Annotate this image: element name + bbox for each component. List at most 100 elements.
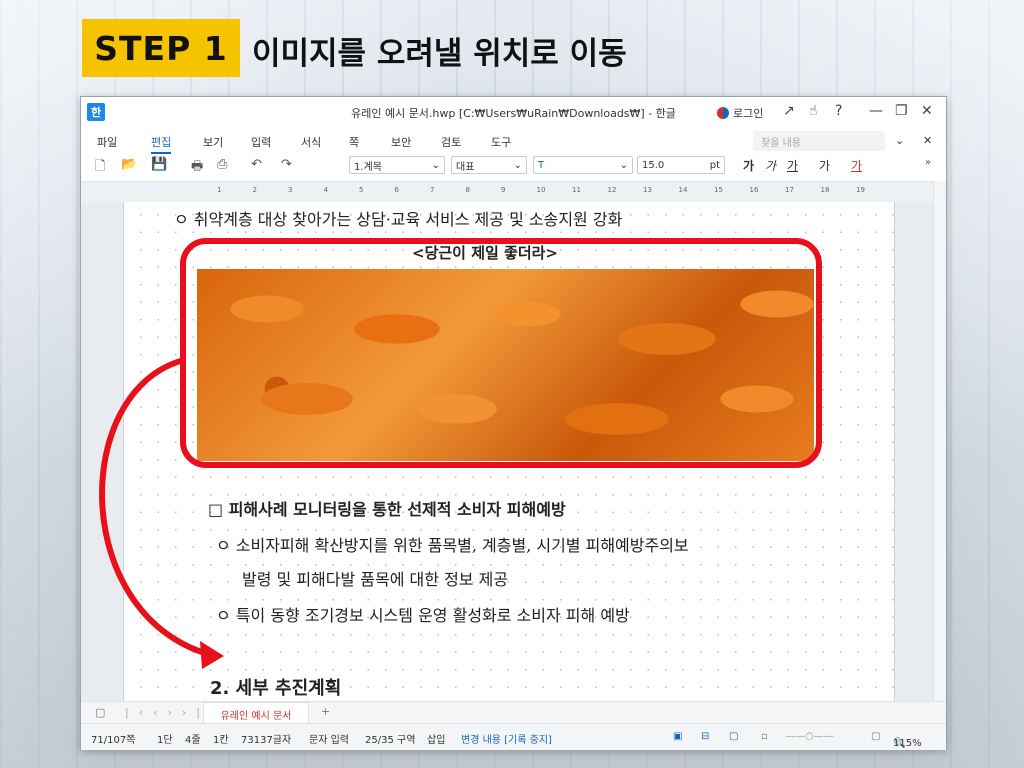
bullet-1-line-1[interactable]: ㅇ 소비자피해 확산방지를 위한 품목별, 계층별, 시기별 피해예방주의보 (216, 532, 689, 556)
print-icon[interactable]: 🖶 (191, 157, 203, 179)
login-button[interactable]: 로그인 (717, 105, 763, 121)
find-input[interactable]: 찾을 내용 (753, 131, 885, 151)
redo-icon[interactable]: ↷ (281, 157, 292, 172)
ruler-tick: 2 (252, 186, 257, 194)
section-heading[interactable]: □ 피해사례 모니터링을 통한 선제적 소비자 피해예방 (208, 496, 566, 520)
menu-review[interactable]: 검토 (441, 134, 461, 150)
horizontal-ruler[interactable]: 1 2 3 4 5 6 7 8 9 10 11 12 13 14 15 16 17 18 19 (81, 181, 946, 203)
menu-bar: 파일 편집 보기 입력 서식 쪽 보안 검토 도구 찾을 내용 ⌄ ✕ (81, 129, 946, 154)
status-col: 1칸 (213, 735, 229, 746)
tab-list-icon[interactable]: ▢ (95, 706, 105, 719)
zoom-page-icon[interactable]: ▢ (871, 731, 880, 742)
tab-nav-icons[interactable]: |‹‹››| (125, 706, 210, 719)
close-button[interactable]: ✕ (921, 103, 933, 119)
document-tab[interactable]: 유레인 예시 문서 (203, 702, 309, 725)
bullet-1-line-2[interactable]: 발령 및 피해다발 품목에 대한 정보 제공 (242, 566, 508, 590)
status-bar: 71/107쪽 1단 4줄 1칸 73137글자 문자 입력 25/35 구역 … (81, 723, 946, 750)
italic-button[interactable]: 가 (765, 157, 776, 174)
status-insert[interactable]: 삽입 (427, 731, 445, 746)
ruler-tick: 15 (714, 186, 723, 194)
font-size-value: 15.0 (642, 159, 665, 171)
ruler-tick: 1 (217, 186, 222, 194)
step-badge: STEP 1 (82, 19, 240, 77)
ruler-tick: 19 (856, 186, 865, 194)
login-icon (717, 107, 729, 119)
vertical-scrollbar[interactable] (933, 181, 946, 701)
ruler-tick: 3 (288, 186, 293, 194)
undo-icon[interactable]: ↶ (251, 157, 262, 172)
menu-insert[interactable]: 입력 (251, 134, 271, 150)
font-color-button[interactable]: 가 (851, 157, 862, 174)
style-select[interactable]: 1.계목 ⌄ (349, 156, 445, 174)
ruler-tick: 18 (820, 186, 830, 194)
ruler-tick: 16 (749, 186, 759, 194)
new-document-icon[interactable]: 🗋 (95, 157, 105, 179)
font-name-select[interactable]: T ⌄ (533, 156, 633, 174)
strikethrough-button[interactable]: 가 (819, 157, 830, 174)
add-tab-button[interactable]: + (321, 705, 330, 718)
step-title: 이미지를 오려낼 위치로 이동 (252, 36, 627, 72)
font-group-select[interactable]: 대표 ⌄ (451, 156, 527, 174)
open-folder-icon[interactable]: 📂 (121, 157, 137, 172)
bullet-2[interactable]: ㅇ 특이 동향 조기경보 시스템 운영 활성화로 소비자 피해 예방 (216, 602, 630, 626)
zoom-fit-icon[interactable]: ▫ (761, 731, 768, 742)
ruler-tick: 7 (430, 186, 435, 194)
chevron-down-icon: ⌄ (431, 159, 440, 171)
help-button[interactable]: ? (835, 103, 842, 119)
preview-icon[interactable]: ⎙ (217, 157, 227, 172)
save-icon[interactable]: 💾 (151, 157, 167, 172)
ruler-tick: 5 (359, 186, 364, 194)
login-label: 로그인 (733, 107, 764, 120)
menu-security[interactable]: 보안 (391, 134, 411, 150)
font-unit: pt (709, 159, 720, 171)
ruler-tick: 17 (785, 186, 794, 194)
ruler-tick: 13 (643, 186, 652, 194)
status-track-changes[interactable]: 변경 내용 [기록 중지] (461, 731, 552, 746)
toolbar-expand-icon[interactable]: » (925, 157, 931, 168)
ruler-tick: 9 (501, 186, 506, 194)
view-page-icon[interactable]: ⊟ (701, 731, 709, 742)
view-full-icon[interactable]: ▢ (729, 731, 738, 742)
zoom-value: 115% (893, 738, 922, 749)
menu-tools[interactable]: 도구 (491, 134, 511, 150)
menu-edit[interactable]: 편집 (151, 134, 172, 154)
ribbon-close-icon[interactable]: ✕ (923, 134, 932, 147)
hand-icon[interactable]: ☝ (809, 103, 818, 119)
bold-button[interactable]: 가 (743, 157, 754, 174)
ruler-tick: 4 (323, 186, 328, 194)
doc-line-support[interactable]: ㅇ 취약계층 대상 찾아가는 상담·교육 서비스 제공 및 소송지원 강화 (174, 206, 622, 230)
menu-view[interactable]: 보기 (203, 134, 223, 150)
menu-page[interactable]: 쪽 (349, 134, 359, 150)
status-section: 25/35 구역 (365, 735, 416, 746)
status-mode[interactable]: 문자 입력 (309, 731, 349, 746)
zoom-slider[interactable]: ——○—— (785, 731, 834, 742)
ruler-tick: 12 (607, 186, 617, 194)
title-bar[interactable]: 한 유레인 예시 문서.hwp [C:₩Users₩uRain₩Download… (81, 97, 946, 129)
pin-icon[interactable]: ↗ (783, 103, 795, 119)
menu-file[interactable]: 파일 (97, 134, 117, 150)
next-heading[interactable]: 2. 세부 추진계획 (210, 674, 341, 700)
ruler-tick: 11 (572, 186, 581, 194)
document-tab-bar: ▢ |‹‹››| 유레인 예시 문서 + (81, 701, 946, 725)
menu-format[interactable]: 서식 (301, 134, 321, 150)
status-line: 4줄 (185, 735, 201, 746)
font-group-value: 대표 (456, 161, 475, 173)
view-normal-icon[interactable]: ▣ (673, 731, 682, 742)
ruler-tick: 8 (465, 186, 470, 194)
image-highlight-box (180, 238, 822, 468)
style-select-value: 1.계목 (354, 161, 382, 173)
chevron-down-icon: ⌄ (619, 159, 628, 171)
underline-button[interactable]: 가 (787, 157, 798, 174)
font-size-input[interactable]: 15.0 pt (637, 156, 725, 174)
status-page[interactable]: 71/107쪽 (91, 731, 135, 746)
status-chars: 73137글자 (241, 735, 292, 746)
ruler-tick: 10 (536, 186, 546, 194)
minimize-button[interactable]: — (869, 103, 883, 119)
find-dropdown-icon[interactable]: ⌄ (895, 134, 904, 147)
ruler-tick: 14 (678, 186, 688, 194)
font-type-icon: T (538, 159, 545, 171)
chevron-down-icon: ⌄ (513, 159, 522, 171)
status-column: 1단 (157, 735, 173, 746)
restore-button[interactable]: ❐ (895, 103, 908, 119)
toolbar: 🗋 📂 💾 🖶 ⎙ ↶ ↷ 1.계목 ⌄ 대표 ⌄ T ⌄ 15.0 pt 가 가 가 … (81, 153, 946, 179)
